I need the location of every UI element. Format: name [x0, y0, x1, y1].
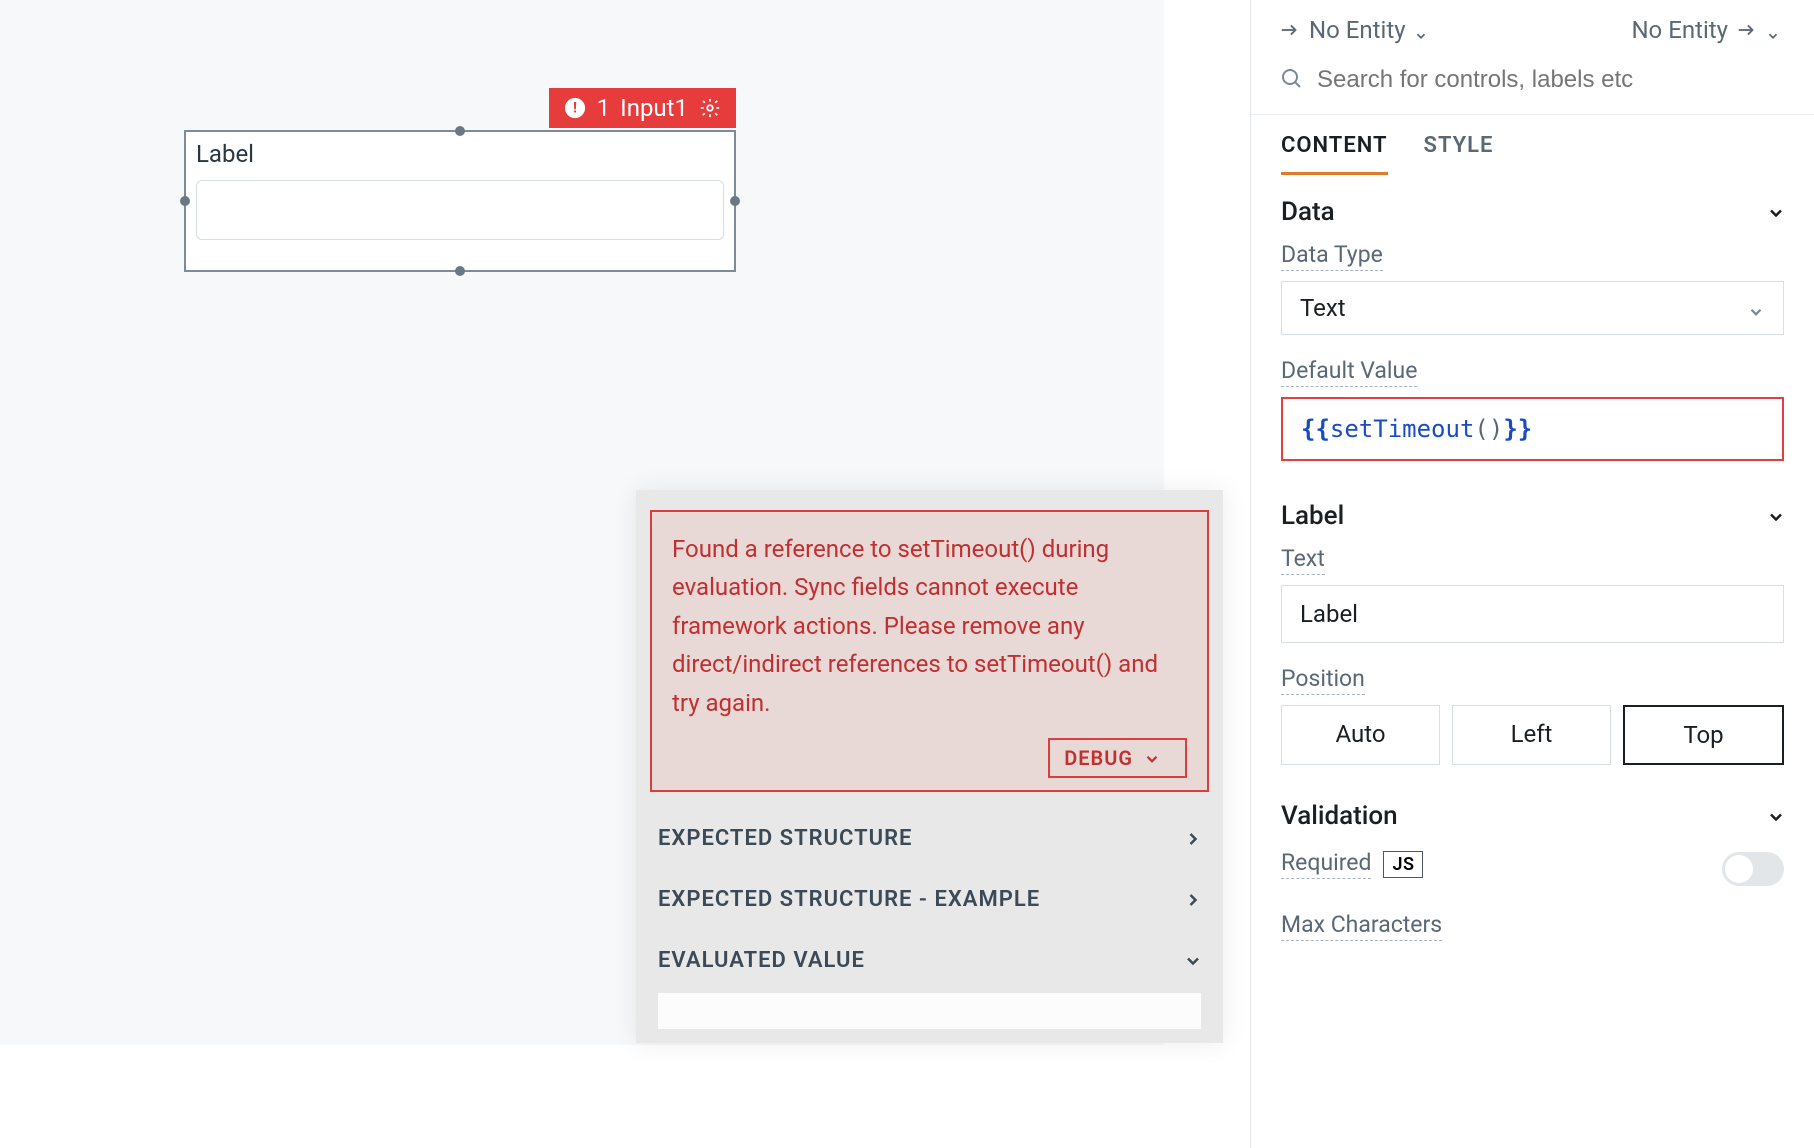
- entity-incoming-label: No Entity: [1309, 16, 1406, 44]
- entity-outgoing[interactable]: No Entity: [1631, 16, 1784, 44]
- arrow-right-icon: [1279, 19, 1301, 41]
- data-type-label: Data Type: [1281, 241, 1383, 271]
- search-icon: [1279, 66, 1303, 94]
- property-panel: No Entity No Entity CONTENT STYLE Data: [1250, 0, 1814, 1148]
- resize-handle-right[interactable]: [730, 196, 740, 206]
- tab-style[interactable]: STYLE: [1424, 115, 1494, 175]
- default-value-label: Default Value: [1281, 357, 1417, 387]
- section-data-title: Data: [1281, 197, 1335, 227]
- data-type-select[interactable]: Text: [1281, 281, 1784, 335]
- section-validation-title: Validation: [1281, 801, 1398, 831]
- chevron-down-icon: [1766, 807, 1784, 825]
- chevron-down-icon: [1747, 299, 1765, 317]
- section-label-header[interactable]: Label: [1281, 501, 1784, 531]
- code-function-name: setTimeout: [1330, 415, 1475, 443]
- code-parentheses: (): [1474, 415, 1503, 443]
- search-input[interactable]: [1317, 66, 1786, 94]
- required-row: Required JS: [1281, 845, 1784, 893]
- section-label-title: Label: [1281, 501, 1344, 531]
- label-position-label: Position: [1281, 665, 1365, 695]
- property-search: [1251, 52, 1814, 115]
- entity-incoming[interactable]: No Entity: [1279, 16, 1432, 44]
- gear-icon[interactable]: [698, 96, 722, 120]
- widget-label-text: Label: [196, 140, 724, 168]
- chevron-down-icon: [1766, 21, 1784, 39]
- chevron-down-icon: [1143, 749, 1161, 767]
- chevron-down-icon: [1766, 507, 1784, 525]
- resize-handle-bottom[interactable]: [455, 266, 465, 276]
- code-open-brace: {{: [1301, 415, 1330, 443]
- section-validation-header[interactable]: Validation: [1281, 801, 1784, 831]
- error-icon: !: [563, 96, 587, 120]
- chevron-right-icon: [1183, 829, 1201, 847]
- expected-structure-example-row[interactable]: EXPECTED STRUCTURE - EXAMPLE: [650, 869, 1209, 930]
- debug-button-label: DEBUG: [1064, 746, 1133, 770]
- chevron-down-icon: [1414, 21, 1432, 39]
- chevron-down-icon: [1183, 951, 1201, 969]
- max-characters-label: Max Characters: [1281, 911, 1442, 941]
- position-top-button[interactable]: Top: [1623, 705, 1784, 765]
- position-button-group: Auto Left Top: [1281, 705, 1784, 765]
- error-message-box: Found a reference to setTimeout() during…: [650, 510, 1209, 792]
- js-badge[interactable]: JS: [1383, 851, 1423, 878]
- section-data: Data Data Type Text Default Value {{setT…: [1251, 175, 1814, 479]
- default-value-input[interactable]: {{setTimeout()}}: [1281, 397, 1784, 461]
- position-left-button[interactable]: Left: [1452, 705, 1611, 765]
- position-auto-button[interactable]: Auto: [1281, 705, 1440, 765]
- section-validation: Validation Required JS Max Characters: [1251, 779, 1814, 955]
- resize-handle-left[interactable]: [180, 196, 190, 206]
- evaluation-popover: Found a reference to setTimeout() during…: [636, 490, 1223, 1043]
- section-label: Label Text Label Position Auto Left Top: [1251, 479, 1814, 779]
- chevron-down-icon: [1766, 203, 1784, 221]
- evaluated-value-content: [658, 993, 1201, 1029]
- svg-text:!: !: [573, 99, 577, 117]
- debug-button[interactable]: DEBUG: [1048, 738, 1187, 778]
- widget-selection-badge[interactable]: ! 1 Input1: [549, 88, 736, 128]
- resize-handle-top[interactable]: [455, 126, 465, 136]
- data-type-value: Text: [1300, 294, 1346, 322]
- chevron-right-icon: [1183, 890, 1201, 908]
- expected-structure-label: EXPECTED STRUCTURE: [658, 826, 912, 851]
- expected-structure-row[interactable]: EXPECTED STRUCTURE: [650, 808, 1209, 869]
- arrow-right-icon: [1736, 19, 1758, 41]
- required-toggle[interactable]: [1722, 852, 1784, 886]
- entity-bindings-bar: No Entity No Entity: [1251, 0, 1814, 52]
- badge-error-count: 1: [597, 94, 611, 122]
- section-data-header[interactable]: Data: [1281, 197, 1784, 227]
- label-text-input[interactable]: Label: [1281, 585, 1784, 643]
- expected-structure-example-label: EXPECTED STRUCTURE - EXAMPLE: [658, 887, 1040, 912]
- label-text-label: Text: [1281, 545, 1325, 575]
- error-message-text: Found a reference to setTimeout() during…: [672, 530, 1187, 722]
- evaluated-value-row[interactable]: EVALUATED VALUE: [650, 930, 1209, 991]
- widget-input-field[interactable]: [196, 180, 724, 240]
- toggle-knob: [1725, 855, 1753, 883]
- entity-outgoing-label: No Entity: [1631, 16, 1728, 44]
- code-close-brace: }}: [1503, 415, 1532, 443]
- panel-tabs: CONTENT STYLE: [1251, 115, 1814, 175]
- tab-content[interactable]: CONTENT: [1281, 115, 1388, 175]
- input-widget[interactable]: ! 1 Input1 Label: [184, 130, 736, 272]
- evaluated-value-label: EVALUATED VALUE: [658, 948, 865, 973]
- badge-widget-name: Input1: [620, 94, 688, 122]
- required-label: Required: [1281, 849, 1371, 879]
